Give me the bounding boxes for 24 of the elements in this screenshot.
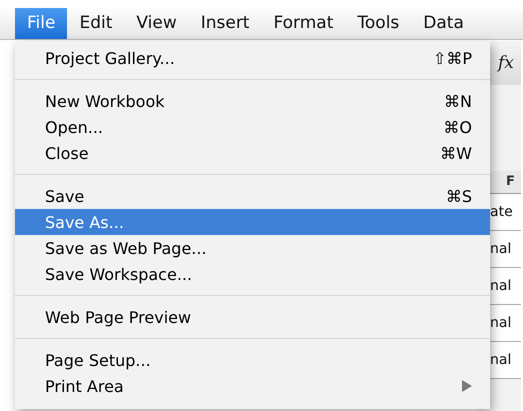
menu-title[interactable]: Edit	[67, 8, 124, 39]
submenu-arrow-icon	[462, 380, 472, 392]
menu-item[interactable]: Web Page Preview	[15, 304, 490, 330]
table-cell-text: nal	[489, 315, 512, 331]
menu-title[interactable]: View	[124, 8, 189, 39]
table-cell-text: nal	[489, 352, 512, 368]
menu-item[interactable]: Page Setup...	[15, 347, 490, 373]
formula-label: fx	[498, 53, 514, 73]
table-cell-text: nal	[489, 241, 512, 257]
menu-item[interactable]: Project Gallery... ⇧⌘P	[15, 45, 490, 71]
menu-item[interactable]: Open... ⌘O	[15, 114, 490, 140]
menu-title[interactable]: File	[15, 8, 68, 39]
menu-title[interactable]: Tools	[345, 8, 412, 39]
menu-item[interactable]: Close ⌘W	[15, 140, 490, 166]
menu-title[interactable]: Insert	[188, 8, 262, 39]
table-cell-text: nal	[489, 278, 512, 294]
menu-title[interactable]: Data	[411, 8, 476, 39]
menu-title[interactable]: Format	[261, 8, 346, 39]
menu-item[interactable]: New Workbook ⌘N	[15, 88, 490, 114]
menu-item[interactable]: Save As...	[15, 209, 490, 235]
menu-item[interactable]: Save as Web Page...	[15, 235, 490, 261]
table-cell-text: ate	[489, 204, 513, 220]
menu-item[interactable]: Save Workspace...	[15, 261, 490, 287]
menu-item[interactable]: Print Area	[15, 373, 490, 399]
